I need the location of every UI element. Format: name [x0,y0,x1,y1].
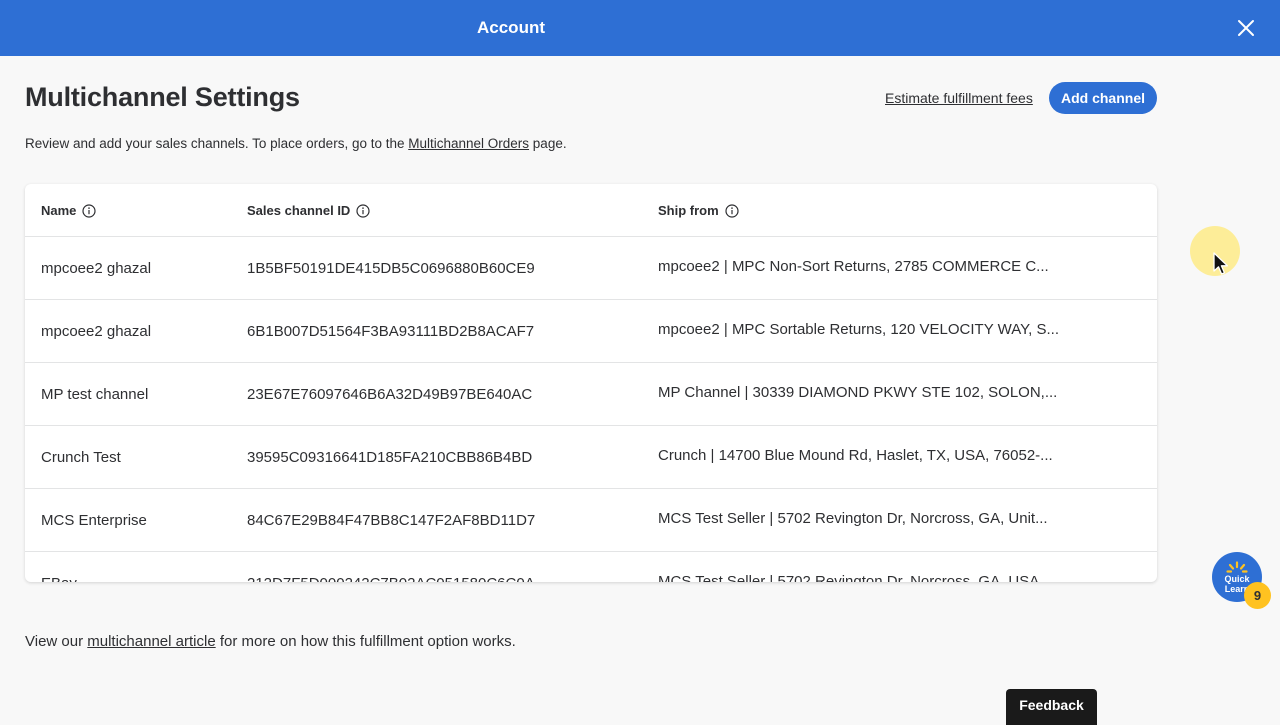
cell-sales-channel-id: 23E67E76097646B6A32D49B97BE640AC [247,386,533,403]
cell-sales-channel-id: 39595C09316641D185FA210CBB86B4BD [247,449,533,466]
column-header-label: Name [41,203,77,218]
spark-icon [1226,560,1248,573]
multichannel-article-link[interactable]: multichannel article [87,633,215,650]
footer-text-before: View our [25,633,88,650]
table-row[interactable]: MCS Enterprise 84C67E29B84F47BB8C147F2AF… [25,489,1157,552]
column-header-ship-from: Ship from [658,184,1058,237]
table-row[interactable]: MP test channel 23E67E76097646B6A32D49B9… [25,363,1157,426]
column-header-sales-channel-id: Sales channel ID [247,184,647,237]
cell-name: MP test channel [41,386,149,403]
estimate-fulfillment-fees-link[interactable]: Estimate fulfillment fees [885,90,1033,106]
cell-name: mpcoee2 ghazal [41,323,152,340]
column-header-label: Sales channel ID [247,203,351,218]
footer-text: View our multichannel article for more o… [25,633,516,650]
info-icon[interactable] [82,203,97,218]
sales-channels-table: Name Sales channel ID Ship from mpcoee2 … [25,184,1157,582]
cell-ship-from: MP Channel | 30339 DIAMOND PKWY STE 102,… [658,384,1058,401]
table-row[interactable]: mpcoee2 ghazal 1B5BF50191DE415DB5C069688… [25,237,1157,300]
cell-ship-from: Crunch | 14700 Blue Mound Rd, Haslet, TX… [658,447,1053,464]
table-row[interactable]: mpcoee2 ghazal 6B1B007D51564F3BA93111BD2… [25,300,1157,363]
table-header: Name Sales channel ID Ship from [25,184,1157,237]
cell-ship-from: MCS Test Seller | 5702 Revington Dr, Nor… [658,573,1052,582]
quick-learn-badge: 9 [1244,582,1271,609]
info-icon[interactable] [356,203,370,218]
cell-name: EBay [41,552,241,582]
cell-name: mpcoee2 ghazal [41,260,152,277]
cell-ship-from: MCS Test Seller | 5702 Revington Dr, Nor… [658,510,1048,527]
mouse-pointer-icon [1213,252,1229,275]
column-header-name: Name [41,184,241,237]
cell-ship-from: mpcoee2 | MPC Non-Sort Returns, 2785 COM… [658,258,1049,275]
cell-sales-channel-id: 212D7F5D000242C7B02AC051580C6C0A [247,552,647,582]
table-row[interactable]: Crunch Test 39595C09316641D185FA210CBB86… [25,426,1157,489]
add-channel-button[interactable]: Add channel [1049,82,1157,114]
page-title: Multichannel Settings [25,82,300,112]
close-icon [1238,20,1254,36]
table-row[interactable]: EBay 212D7F5D000242C7B02AC051580C6C0A MC… [25,552,1157,582]
cell-name: MCS Enterprise [41,512,147,529]
cell-sales-channel-id: 6B1B007D51564F3BA93111BD2B8ACAF7 [247,323,535,340]
column-header-label: Ship from [658,203,719,218]
top-bar: Account [0,0,1280,56]
footer-text-after: for more on how this fulfillment option … [215,633,516,650]
info-icon[interactable] [725,203,739,218]
intro-text-before: Review and add your sales channels. To p… [25,136,409,151]
intro-text: Review and add your sales channels. To p… [25,136,567,151]
intro-text-after: page. [529,136,567,151]
cell-sales-channel-id: 84C67E29B84F47BB8C147F2AF8BD11D7 [247,512,536,529]
cell-name: Crunch Test [41,449,121,466]
header-title: Account [477,18,545,37]
cell-ship-from: mpcoee2 | MPC Sortable Returns, 120 VELO… [658,321,1058,338]
multichannel-orders-link[interactable]: Multichannel Orders [408,136,529,151]
cell-sales-channel-id: 1B5BF50191DE415DB5C0696880B60CE9 [247,260,535,277]
close-button[interactable] [1230,12,1262,44]
